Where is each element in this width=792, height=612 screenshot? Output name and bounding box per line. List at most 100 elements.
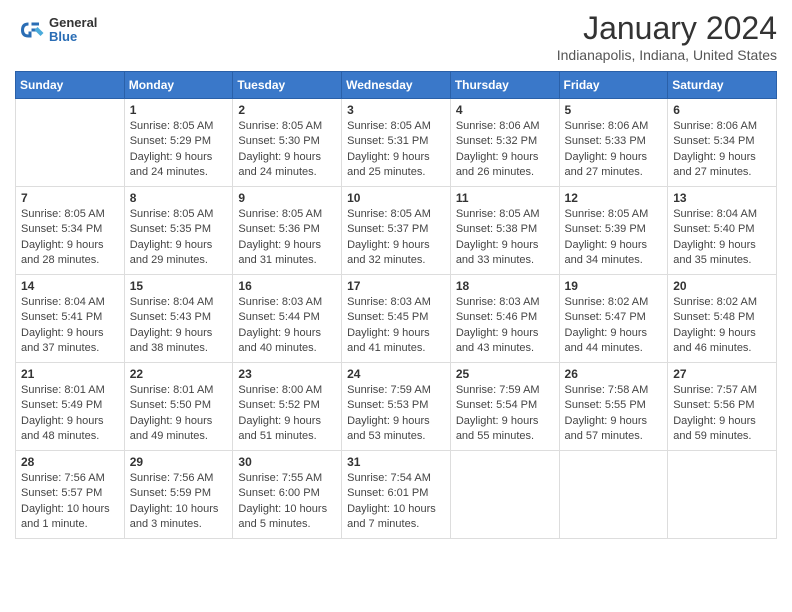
day-detail: Sunrise: 8:05 AMSunset: 5:34 PMDaylight:…	[21, 207, 119, 269]
day-number: 4	[456, 103, 554, 117]
page-subtitle: Indianapolis, Indiana, United States	[557, 47, 777, 63]
day-detail: Sunrise: 8:05 AMSunset: 5:39 PMDaylight:…	[565, 207, 663, 269]
calendar-week-row: 1Sunrise: 8:05 AMSunset: 5:29 PMDaylight…	[16, 99, 777, 187]
calendar-cell: 2Sunrise: 8:05 AMSunset: 5:30 PMDaylight…	[233, 99, 342, 187]
calendar-week-row: 21Sunrise: 8:01 AMSunset: 5:49 PMDayligh…	[16, 363, 777, 451]
day-detail: Sunrise: 7:57 AMSunset: 5:56 PMDaylight:…	[673, 383, 771, 445]
day-detail: Sunrise: 7:55 AMSunset: 6:00 PMDaylight:…	[238, 471, 336, 533]
day-number: 18	[456, 279, 554, 293]
calendar-cell: 10 Sunrise: 8:05 AMSunset: 5:37 PMDayligh…	[342, 187, 451, 275]
calendar-cell: 23 Sunrise: 8:00 AMSunset: 5:52 PMDayligh…	[233, 363, 342, 451]
calendar-cell: 22 Sunrise: 8:01 AMSunset: 5:50 PMDayligh…	[124, 363, 233, 451]
day-number: 9	[238, 191, 336, 205]
calendar-cell: 15 Sunrise: 8:04 AMSunset: 5:43 PMDayligh…	[124, 275, 233, 363]
calendar-week-row: 28Sunrise: 7:56 AMSunset: 5:57 PMDayligh…	[16, 451, 777, 539]
day-number: 25	[456, 367, 554, 381]
logo-general: General	[49, 16, 97, 30]
title-block: January 2024 Indianapolis, Indiana, Unit…	[557, 10, 777, 63]
day-number: 17	[347, 279, 445, 293]
weekday-header: Friday	[559, 72, 668, 99]
calendar-cell: 20Sunrise: 8:02 AMSunset: 5:48 PMDayligh…	[668, 275, 777, 363]
day-detail: Sunrise: 7:59 AMSunset: 5:54 PMDaylight:…	[456, 383, 554, 445]
day-detail: Sunrise: 8:04 AMSunset: 5:43 PMDaylight:…	[130, 295, 228, 357]
calendar-cell: 29 Sunrise: 7:56 AMSunset: 5:59 PMDayligh…	[124, 451, 233, 539]
day-detail: Sunrise: 8:05 AMSunset: 5:37 PMDaylight:…	[347, 207, 445, 269]
day-detail: Sunrise: 8:03 AMSunset: 5:44 PMDaylight:…	[238, 295, 336, 357]
calendar-cell: 13 Sunrise: 8:04 AMSunset: 5:40 PMDayligh…	[668, 187, 777, 275]
day-number: 11	[456, 191, 554, 205]
day-detail: Sunrise: 8:04 AMSunset: 5:40 PMDaylight:…	[673, 207, 771, 269]
day-number: 6	[673, 103, 771, 117]
day-number: 1	[130, 103, 228, 117]
day-detail: Sunrise: 8:02 AMSunset: 5:48 PMDaylight:…	[673, 295, 771, 357]
day-number: 14	[21, 279, 119, 293]
day-detail: Sunrise: 8:00 AMSunset: 5:52 PMDaylight:…	[238, 383, 336, 445]
day-number: 28	[21, 455, 119, 469]
calendar-cell: 21Sunrise: 8:01 AMSunset: 5:49 PMDayligh…	[16, 363, 125, 451]
calendar-cell: 25 Sunrise: 7:59 AMSunset: 5:54 PMDayligh…	[450, 363, 559, 451]
calendar-cell: 6 Sunrise: 8:06 AMSunset: 5:34 PMDaylight…	[668, 99, 777, 187]
calendar-cell: 11 Sunrise: 8:05 AMSunset: 5:38 PMDayligh…	[450, 187, 559, 275]
weekday-row: SundayMondayTuesdayWednesdayThursdayFrid…	[16, 72, 777, 99]
day-number: 12	[565, 191, 663, 205]
day-detail: Sunrise: 8:06 AMSunset: 5:34 PMDaylight:…	[673, 119, 771, 181]
day-number: 22	[130, 367, 228, 381]
page: General Blue January 2024 Indianapolis, …	[0, 0, 792, 554]
day-number: 27	[673, 367, 771, 381]
day-detail: Sunrise: 8:03 AMSunset: 5:45 PMDaylight:…	[347, 295, 445, 357]
day-detail: Sunrise: 7:54 AMSunset: 6:01 PMDaylight:…	[347, 471, 445, 533]
calendar-week-row: 14 Sunrise: 8:04 AMSunset: 5:41 PMDayligh…	[16, 275, 777, 363]
calendar-cell: 1Sunrise: 8:05 AMSunset: 5:29 PMDaylight…	[124, 99, 233, 187]
logo-icon	[15, 15, 45, 45]
day-number: 10	[347, 191, 445, 205]
day-number: 29	[130, 455, 228, 469]
day-number: 2	[238, 103, 336, 117]
calendar-cell: 19 Sunrise: 8:02 AMSunset: 5:47 PMDayligh…	[559, 275, 668, 363]
calendar-body: 1Sunrise: 8:05 AMSunset: 5:29 PMDaylight…	[16, 99, 777, 539]
logo-blue: Blue	[49, 30, 97, 44]
page-title: January 2024	[557, 10, 777, 47]
day-detail: Sunrise: 7:58 AMSunset: 5:55 PMDaylight:…	[565, 383, 663, 445]
day-number: 8	[130, 191, 228, 205]
day-number: 13	[673, 191, 771, 205]
calendar-cell	[450, 451, 559, 539]
day-number: 19	[565, 279, 663, 293]
day-number: 24	[347, 367, 445, 381]
weekday-header: Thursday	[450, 72, 559, 99]
day-detail: Sunrise: 8:01 AMSunset: 5:50 PMDaylight:…	[130, 383, 228, 445]
calendar-cell: 14 Sunrise: 8:04 AMSunset: 5:41 PMDayligh…	[16, 275, 125, 363]
calendar-cell: 31 Sunrise: 7:54 AMSunset: 6:01 PMDayligh…	[342, 451, 451, 539]
day-detail: Sunrise: 7:56 AMSunset: 5:59 PMDaylight:…	[130, 471, 228, 533]
calendar-header: SundayMondayTuesdayWednesdayThursdayFrid…	[16, 72, 777, 99]
weekday-header: Tuesday	[233, 72, 342, 99]
calendar-cell: 4Sunrise: 8:06 AMSunset: 5:32 PMDaylight…	[450, 99, 559, 187]
day-detail: Sunrise: 8:02 AMSunset: 5:47 PMDaylight:…	[565, 295, 663, 357]
calendar-cell: 27 Sunrise: 7:57 AMSunset: 5:56 PMDayligh…	[668, 363, 777, 451]
day-number: 15	[130, 279, 228, 293]
calendar-cell: 16 Sunrise: 8:03 AMSunset: 5:44 PMDayligh…	[233, 275, 342, 363]
logo-text: General Blue	[49, 16, 97, 45]
calendar-cell: 24 Sunrise: 7:59 AMSunset: 5:53 PMDayligh…	[342, 363, 451, 451]
calendar-cell: 17 Sunrise: 8:03 AMSunset: 5:45 PMDayligh…	[342, 275, 451, 363]
calendar-cell	[16, 99, 125, 187]
calendar-cell: 5Sunrise: 8:06 AMSunset: 5:33 PMDaylight…	[559, 99, 668, 187]
calendar-cell: 9Sunrise: 8:05 AMSunset: 5:36 PMDaylight…	[233, 187, 342, 275]
day-number: 3	[347, 103, 445, 117]
weekday-header: Monday	[124, 72, 233, 99]
day-detail: Sunrise: 8:05 AMSunset: 5:38 PMDaylight:…	[456, 207, 554, 269]
day-detail: Sunrise: 8:04 AMSunset: 5:41 PMDaylight:…	[21, 295, 119, 357]
day-detail: Sunrise: 7:59 AMSunset: 5:53 PMDaylight:…	[347, 383, 445, 445]
calendar-cell: 3Sunrise: 8:05 AMSunset: 5:31 PMDaylight…	[342, 99, 451, 187]
day-number: 21	[21, 367, 119, 381]
header: General Blue January 2024 Indianapolis, …	[15, 10, 777, 63]
weekday-header: Wednesday	[342, 72, 451, 99]
calendar: SundayMondayTuesdayWednesdayThursdayFrid…	[15, 71, 777, 539]
calendar-cell: 18Sunrise: 8:03 AMSunset: 5:46 PMDayligh…	[450, 275, 559, 363]
day-number: 23	[238, 367, 336, 381]
day-number: 7	[21, 191, 119, 205]
day-number: 16	[238, 279, 336, 293]
day-detail: Sunrise: 8:06 AMSunset: 5:33 PMDaylight:…	[565, 119, 663, 181]
day-number: 31	[347, 455, 445, 469]
day-number: 26	[565, 367, 663, 381]
calendar-cell: 7 Sunrise: 8:05 AMSunset: 5:34 PMDaylight…	[16, 187, 125, 275]
